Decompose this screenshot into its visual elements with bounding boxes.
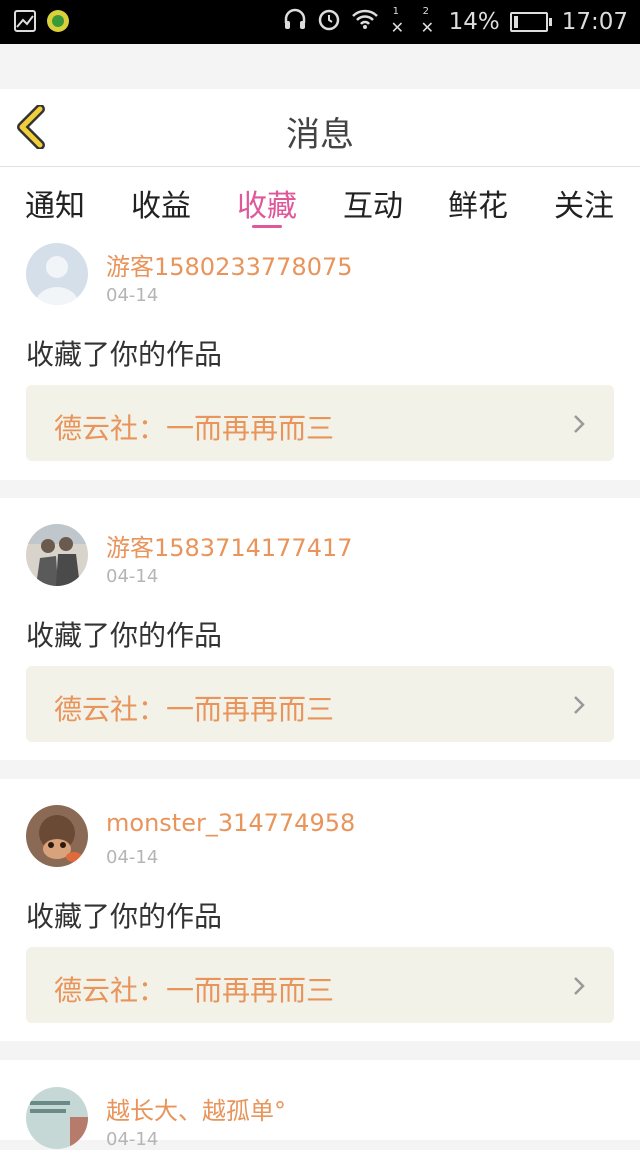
tab-notifications[interactable]: 通知 xyxy=(10,181,100,225)
work-link[interactable]: 德云社：一而再再而三 xyxy=(26,385,614,461)
username[interactable]: 游客1583714177417 xyxy=(106,528,353,563)
list-item: monster_314774958 04-14 收藏了你的作品 德云社：一而再再… xyxy=(0,779,640,1041)
chevron-right-icon xyxy=(572,975,586,1001)
message-date: 04-14 xyxy=(106,1129,159,1150)
tab-bar: 通知 收益 收藏 互动 鲜花 关注 xyxy=(0,167,640,233)
tab-interactions[interactable]: 互动 xyxy=(328,181,418,225)
sim1-no-signal-icon: 1 ✕ xyxy=(390,6,404,37)
alarm-icon xyxy=(317,7,341,37)
work-title: 德云社：一而再再而三 xyxy=(54,412,335,445)
gallery-icon xyxy=(14,10,36,36)
message-text: 收藏了你的作品 xyxy=(26,619,223,652)
clock: 17:07 xyxy=(561,9,628,35)
message-date: 04-14 xyxy=(106,285,159,306)
top-spacer xyxy=(0,44,640,89)
sim2-no-signal-icon: 2 ✕ xyxy=(420,6,434,37)
avatar[interactable] xyxy=(26,805,88,867)
work-title: 德云社：一而再再而三 xyxy=(54,693,335,726)
list-item: 越长大、越孤单° 04-14 xyxy=(0,1060,640,1150)
header-bar: 消息 xyxy=(0,89,640,167)
tab-flowers[interactable]: 鲜花 xyxy=(433,181,523,225)
page-title: 消息 xyxy=(286,115,354,155)
message-date: 04-14 xyxy=(106,847,159,868)
avatar[interactable] xyxy=(26,1087,88,1149)
chevron-right-icon xyxy=(572,694,586,720)
list-item: 游客1580233778075 04-14 收藏了你的作品 德云社：一而再再而三 xyxy=(0,233,640,480)
username[interactable]: monster_314774958 xyxy=(106,809,355,837)
tab-follows[interactable]: 关注 xyxy=(539,181,629,225)
chevron-right-icon xyxy=(572,413,586,439)
list-item: 游客1583714177417 04-14 收藏了你的作品 德云社：一而再再而三 xyxy=(0,498,640,760)
avatar[interactable] xyxy=(26,243,88,305)
message-text: 收藏了你的作品 xyxy=(26,338,223,371)
message-date: 04-14 xyxy=(106,566,159,587)
status-bar: 1 ✕ 2 ✕ 14% 17:07 xyxy=(0,0,640,44)
battery-icon xyxy=(509,12,552,32)
wifi-icon xyxy=(351,8,379,36)
username[interactable]: 越长大、越孤单° xyxy=(106,1091,286,1126)
username[interactable]: 游客1580233778075 xyxy=(106,247,353,282)
work-title: 德云社：一而再再而三 xyxy=(54,974,335,1007)
headphones-icon xyxy=(283,7,307,37)
tab-favorites[interactable]: 收藏 xyxy=(222,181,312,228)
tab-earnings[interactable]: 收益 xyxy=(116,181,206,225)
message-text: 收藏了你的作品 xyxy=(26,900,223,933)
work-link[interactable]: 德云社：一而再再而三 xyxy=(26,947,614,1023)
avatar[interactable] xyxy=(26,524,88,586)
app-notification-icon xyxy=(46,9,70,37)
battery-percent: 14% xyxy=(448,9,500,35)
work-link[interactable]: 德云社：一而再再而三 xyxy=(26,666,614,742)
